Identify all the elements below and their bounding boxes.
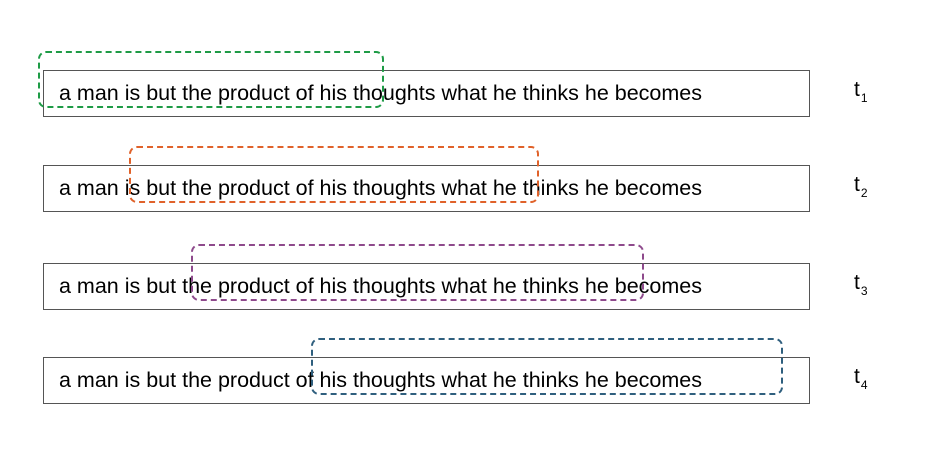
sentence-text: a man is but the product of his thoughts…: [59, 368, 702, 392]
time-step-label: t4: [854, 365, 868, 392]
sentence-text: a man is but the product of his thoughts…: [59, 81, 702, 105]
time-step-label: t3: [854, 271, 868, 298]
time-step-label: t2: [854, 173, 868, 200]
sentence-text: a man is but the product of his thoughts…: [59, 274, 702, 298]
step-row-3: a man is but the product of his thoughts…: [0, 244, 928, 313]
time-step-label: t1: [854, 78, 868, 105]
step-row-1: a man is but the product of his thoughts…: [0, 51, 928, 120]
step-row-4: a man is but the product of his thoughts…: [0, 338, 928, 407]
step-row-2: a man is but the product of his thoughts…: [0, 146, 928, 215]
sentence-text: a man is but the product of his thoughts…: [59, 176, 702, 200]
